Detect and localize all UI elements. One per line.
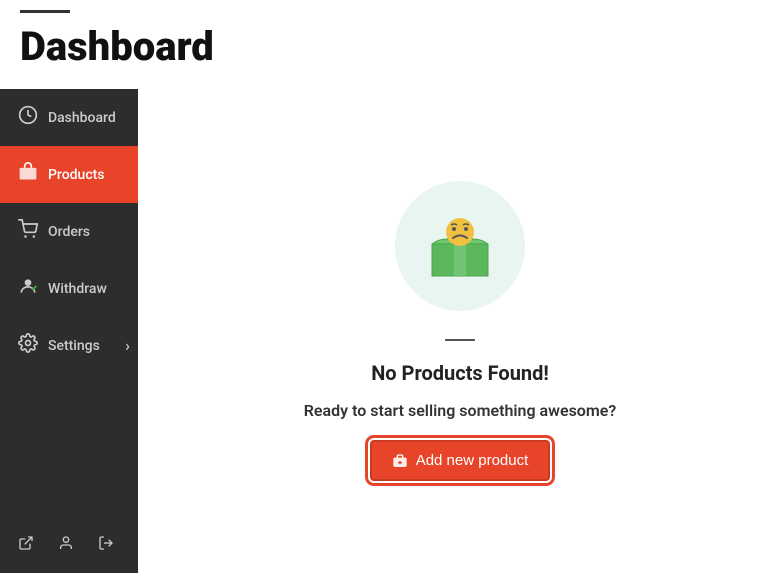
sidebar-item-orders-label: Orders [48,224,90,240]
main-layout: Dashboard Products Orders [0,89,782,573]
page-title: Dashboard [20,25,762,69]
sidebar-item-settings[interactable]: Settings [0,317,138,374]
sidebar-item-withdraw[interactable]: Withdraw [0,260,138,317]
sidebar-item-products[interactable]: Products [0,146,138,203]
logout-button[interactable] [90,527,122,559]
empty-box-illustration [424,214,496,279]
sidebar-item-settings-label: Settings [48,338,100,354]
sidebar-bottom [0,513,138,573]
orders-icon [18,219,38,244]
products-icon [18,162,38,187]
withdraw-icon [18,276,38,301]
content-area: No Products Found! Ready to start sellin… [138,89,782,573]
briefcase-icon [392,453,408,469]
add-product-label: Add new product [416,452,529,469]
sidebar-item-dashboard[interactable]: Dashboard [0,89,138,146]
dashboard-icon [18,105,38,130]
user-profile-button[interactable] [50,527,82,559]
sidebar-item-dashboard-label: Dashboard [48,110,116,126]
empty-subtitle: Ready to start selling something awesome… [304,401,616,420]
divider-line [445,339,475,341]
sidebar: Dashboard Products Orders [0,89,138,573]
external-link-button[interactable] [10,527,42,559]
sidebar-item-withdraw-label: Withdraw [48,281,107,297]
page-title-area: Dashboard [0,13,782,89]
add-product-button[interactable]: Add new product [370,440,551,481]
empty-title: No Products Found! [371,361,549,385]
settings-icon [18,333,38,358]
sidebar-item-products-label: Products [48,167,105,183]
empty-state: No Products Found! Ready to start sellin… [304,181,616,481]
empty-icon-circle [395,181,525,311]
sidebar-item-orders[interactable]: Orders [0,203,138,260]
